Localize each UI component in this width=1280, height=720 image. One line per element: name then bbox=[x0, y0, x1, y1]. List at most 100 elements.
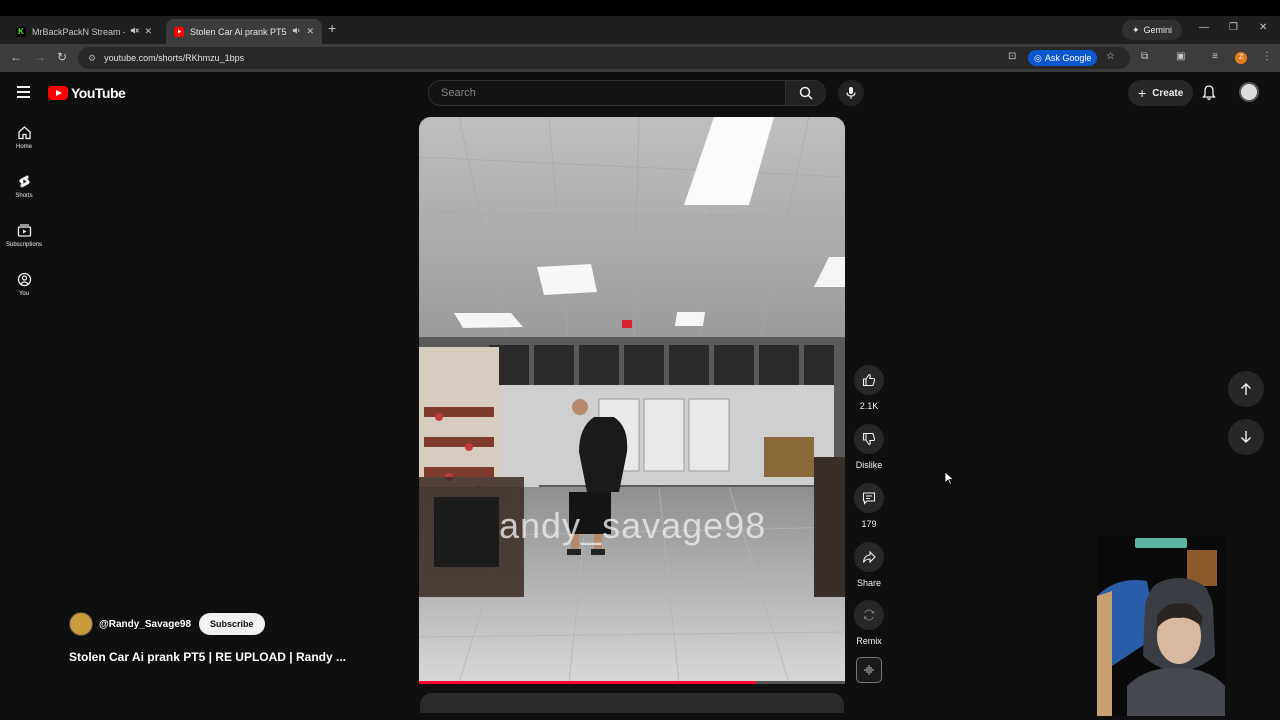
thumbs-up-icon bbox=[862, 373, 876, 387]
mute-icon[interactable] bbox=[130, 26, 140, 37]
mouse-cursor-icon bbox=[944, 471, 955, 490]
sidebar-item-label: Subscriptions bbox=[5, 242, 43, 248]
like-button[interactable]: 2.1K bbox=[851, 365, 887, 411]
comment-icon bbox=[862, 492, 876, 505]
search-icon bbox=[799, 86, 813, 100]
install-app-icon[interactable]: ⊡ bbox=[1008, 51, 1016, 62]
share-button[interactable]: Share bbox=[851, 542, 887, 588]
chrome-menu-icon[interactable]: ⋮ bbox=[1262, 51, 1272, 62]
side-panel-icon[interactable]: ▣ bbox=[1176, 51, 1185, 62]
remix-label: Remix bbox=[856, 636, 882, 646]
address-bar[interactable]: ⚙ youtube.com/shorts/RKhmzu_1bps bbox=[78, 47, 1130, 69]
ask-google-label: Ask Google bbox=[1044, 53, 1092, 63]
create-button[interactable]: + Create bbox=[1128, 80, 1194, 106]
browser-tab-bar: K MrBackPackN Stream - Watc ✕ Stolen Car… bbox=[0, 16, 1280, 44]
media-controls-icon[interactable]: ≡ bbox=[1212, 51, 1218, 62]
sidebar-item-shorts[interactable]: Shorts bbox=[0, 174, 48, 199]
top-strip bbox=[0, 0, 1280, 16]
subscriptions-icon bbox=[17, 224, 31, 237]
search-placeholder: Search bbox=[441, 87, 476, 99]
sidebar-item-label: Shorts bbox=[15, 193, 33, 199]
subscribe-button[interactable]: Subscribe bbox=[199, 613, 265, 635]
streamer-webcam-overlay bbox=[1097, 536, 1225, 716]
browser-profile-avatar[interactable]: Z bbox=[1235, 52, 1247, 64]
extensions-icon[interactable]: ⧉ bbox=[1141, 51, 1148, 62]
comment-count: 179 bbox=[861, 519, 877, 529]
close-window-icon[interactable]: ✕ bbox=[1259, 22, 1267, 33]
url-text: youtube.com/shorts/RKhmzu_1bps bbox=[104, 53, 245, 63]
remix-icon bbox=[863, 609, 875, 621]
close-tab-icon[interactable]: ✕ bbox=[306, 26, 314, 37]
original-sound-button[interactable] bbox=[856, 657, 882, 683]
sidebar-item-you[interactable]: You bbox=[0, 272, 48, 297]
comments-button[interactable]: 179 bbox=[851, 483, 887, 529]
ask-google-button[interactable]: ◎ Ask Google bbox=[1028, 50, 1098, 66]
thumbs-down-icon bbox=[862, 432, 876, 446]
kick-icon: K bbox=[16, 26, 26, 37]
shorts-icon bbox=[18, 175, 30, 188]
browser-tab-youtube[interactable]: Stolen Car Ai prank PT5 | RE ✕ bbox=[166, 19, 322, 44]
gemini-sparkle-icon: ✦ bbox=[1132, 24, 1140, 35]
plus-icon: + bbox=[1138, 85, 1147, 101]
sidebar-item-label: Home bbox=[15, 144, 32, 150]
lens-icon: ◎ bbox=[1034, 52, 1042, 63]
minimize-icon[interactable]: — bbox=[1199, 22, 1209, 33]
channel-avatar[interactable] bbox=[69, 612, 93, 636]
gemini-label: Gemini bbox=[1143, 25, 1173, 35]
share-label: Share bbox=[856, 578, 882, 588]
account-avatar[interactable] bbox=[1239, 82, 1259, 102]
search-button[interactable] bbox=[786, 80, 826, 106]
create-label: Create bbox=[1152, 87, 1184, 99]
youtube-logo-text: YouTube bbox=[71, 85, 126, 101]
mic-icon bbox=[846, 87, 856, 99]
sidebar-item-home[interactable]: Home bbox=[0, 125, 48, 150]
share-icon bbox=[862, 550, 876, 564]
youtube-header: YouTube Search + Create bbox=[0, 72, 1280, 114]
arrow-up-icon bbox=[1241, 383, 1251, 395]
channel-name[interactable]: @Randy_Savage98 bbox=[99, 619, 191, 630]
voice-search-button[interactable] bbox=[838, 80, 864, 106]
site-info-icon[interactable]: ⚙ bbox=[88, 53, 96, 64]
home-icon bbox=[17, 126, 31, 140]
you-icon bbox=[17, 272, 31, 287]
like-count: 2.1K bbox=[859, 401, 879, 411]
menu-icon[interactable] bbox=[17, 86, 30, 98]
new-tab-icon[interactable]: + bbox=[328, 20, 336, 36]
youtube-logo[interactable]: YouTube bbox=[48, 85, 126, 101]
browser-tab-stream[interactable]: K MrBackPackN Stream - Watc ✕ bbox=[8, 19, 160, 44]
browser-toolbar: ← → ↻ ⚙ youtube.com/shorts/RKhmzu_1bps ⊡… bbox=[0, 44, 1280, 72]
channel-info: @Randy_Savage98 Subscribe bbox=[69, 612, 265, 636]
short-video-player[interactable]: andy_savage98 bbox=[419, 117, 845, 683]
video-progress-fill bbox=[419, 681, 756, 684]
dislike-button[interactable]: Dislike bbox=[851, 424, 887, 470]
video-frame bbox=[419, 117, 845, 683]
subscribe-label: Subscribe bbox=[210, 619, 254, 629]
remix-button[interactable]: Remix bbox=[851, 600, 887, 646]
sidebar-item-subscriptions[interactable]: Subscriptions bbox=[0, 223, 48, 248]
short-title[interactable]: Stolen Car Ai prank PT5 | RE UPLOAD | Ra… bbox=[69, 650, 346, 664]
close-tab-icon[interactable]: ✕ bbox=[144, 26, 152, 37]
reload-icon[interactable]: ↻ bbox=[57, 50, 67, 64]
previous-short-button[interactable] bbox=[1228, 371, 1264, 407]
next-short-button[interactable] bbox=[1228, 419, 1264, 455]
youtube-icon bbox=[174, 26, 184, 37]
sound-wave-icon bbox=[864, 665, 874, 675]
bookmark-star-icon[interactable]: ☆ bbox=[1106, 51, 1115, 62]
sidebar-item-label: You bbox=[18, 291, 30, 297]
forward-icon[interactable]: → bbox=[34, 50, 46, 64]
next-short-preview[interactable] bbox=[420, 693, 844, 713]
arrow-down-icon bbox=[1241, 431, 1251, 443]
tab-title: Stolen Car Ai prank PT5 | RE bbox=[190, 26, 287, 37]
video-progress-bar[interactable] bbox=[419, 681, 845, 684]
channel-watermark: andy_savage98 bbox=[499, 505, 767, 546]
tab-title: MrBackPackN Stream - Watc bbox=[32, 26, 125, 37]
search-input[interactable]: Search bbox=[428, 80, 786, 106]
audio-playing-icon[interactable] bbox=[292, 26, 301, 37]
youtube-play-icon bbox=[48, 86, 68, 100]
gemini-button[interactable]: ✦ Gemini bbox=[1122, 20, 1183, 40]
restore-icon[interactable]: ❐ bbox=[1229, 22, 1238, 33]
dislike-label: Dislike bbox=[855, 460, 883, 470]
webcam-feed bbox=[1097, 536, 1225, 716]
back-icon[interactable]: ← bbox=[10, 50, 22, 64]
notifications-bell-icon[interactable] bbox=[1201, 84, 1217, 106]
